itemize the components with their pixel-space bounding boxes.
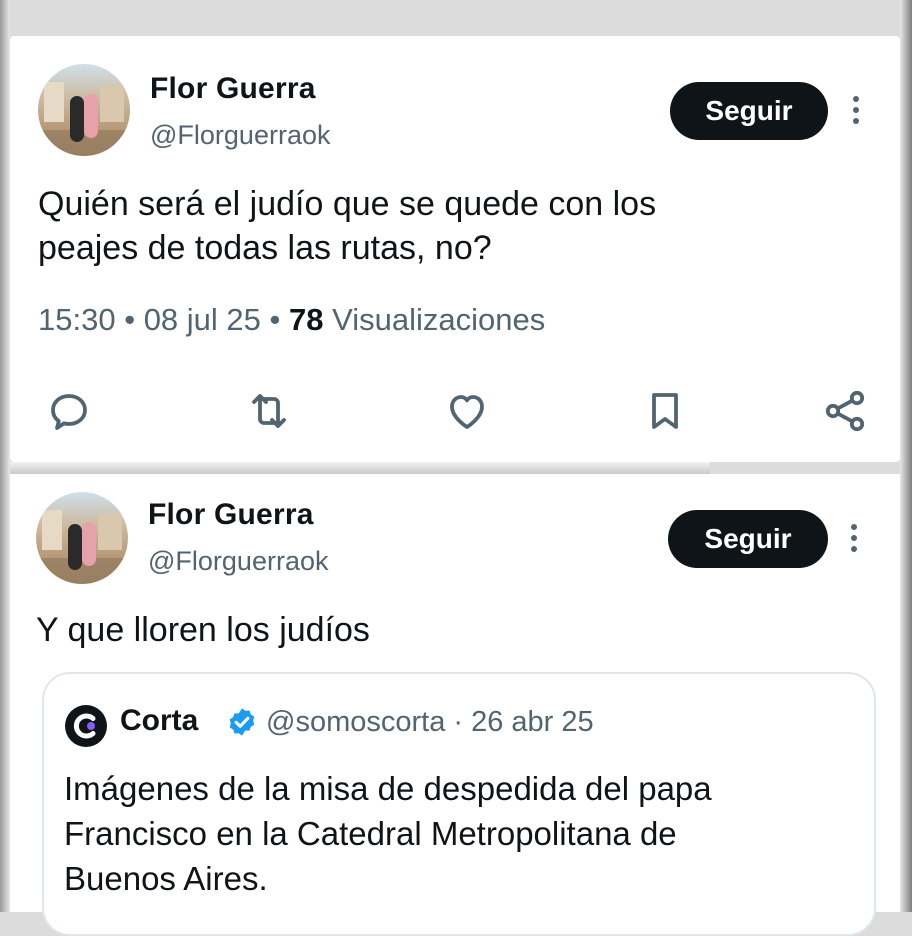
quoted-text-line: Imágenes de la misa de despedida del pap… bbox=[64, 770, 712, 807]
corta-logo-icon bbox=[65, 705, 107, 747]
tweet-meta: 15:30 • 08 jul 25 • 78 Visualizaciones bbox=[38, 302, 545, 338]
screen-edge-left bbox=[0, 0, 10, 912]
author-name[interactable]: Flor Guerra bbox=[148, 498, 314, 532]
share-icon bbox=[825, 390, 865, 432]
views-count: 78 bbox=[289, 302, 324, 337]
like-icon bbox=[450, 395, 484, 429]
quoted-text-line: Buenos Aires. bbox=[64, 860, 268, 897]
repost-button[interactable] bbox=[242, 384, 296, 438]
tweet-text-line: Quién será el judío que se quede con los bbox=[38, 185, 657, 223]
screenshot-divider bbox=[10, 462, 710, 474]
share-button[interactable] bbox=[818, 384, 872, 438]
repost-icon bbox=[252, 394, 286, 428]
follow-button[interactable]: Seguir bbox=[668, 510, 828, 568]
quoted-text-line: Francisco en la Catedral Metropolitana d… bbox=[64, 815, 677, 852]
quoted-handle-date[interactable]: @somoscorta · 26 abr 25 bbox=[266, 706, 594, 739]
avatar[interactable] bbox=[38, 64, 130, 156]
separator-dot: • bbox=[124, 302, 136, 337]
bookmark-icon bbox=[652, 393, 678, 429]
tweet-text: Y que lloren los judíos bbox=[36, 611, 370, 649]
author-handle[interactable]: @Florguerraok bbox=[150, 120, 330, 151]
post-card-1: Flor Guerra @Florguerraok Seguir Quién s… bbox=[10, 36, 900, 462]
like-button[interactable] bbox=[440, 384, 494, 438]
bookmark-button[interactable] bbox=[638, 384, 692, 438]
avatar[interactable] bbox=[36, 492, 128, 584]
quoted-author-name[interactable]: Corta bbox=[120, 704, 198, 738]
tweet-text-line: peajes de todas las rutas, no? bbox=[38, 229, 492, 267]
quoted-tweet[interactable]: Corta @somoscorta · 26 abr 25 Imágenes d… bbox=[42, 672, 876, 936]
verified-badge-icon bbox=[229, 708, 255, 736]
tweet-time[interactable]: 15:30 bbox=[38, 302, 116, 337]
author-name[interactable]: Flor Guerra bbox=[150, 72, 316, 106]
reply-button[interactable] bbox=[42, 384, 96, 438]
author-handle[interactable]: @Florguerraok bbox=[148, 546, 328, 577]
separator-dot: • bbox=[269, 302, 281, 337]
tweet-date[interactable]: 08 jul 25 bbox=[144, 302, 261, 337]
views-label: Visualizaciones bbox=[332, 302, 546, 337]
quoted-text: Imágenes de la misa de despedida del pap… bbox=[64, 766, 854, 901]
tweet-text: Quién será el judío que se quede con los… bbox=[38, 182, 656, 270]
reply-icon bbox=[51, 394, 87, 430]
more-options-icon[interactable] bbox=[850, 524, 858, 552]
follow-button[interactable]: Seguir bbox=[670, 82, 828, 140]
screen-edge-right bbox=[900, 0, 912, 912]
more-options-icon[interactable] bbox=[852, 96, 860, 124]
